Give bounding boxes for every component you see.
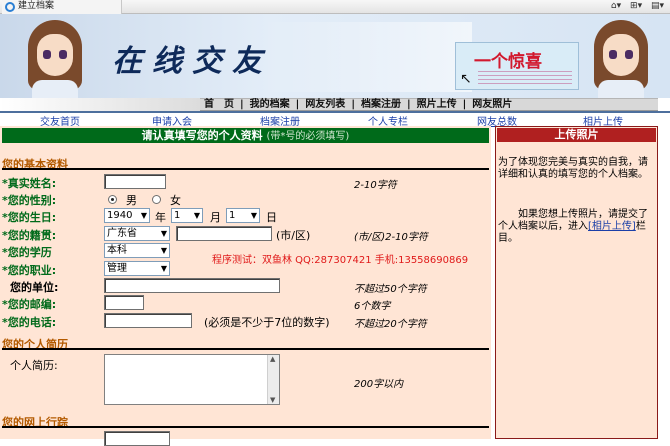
phone-input[interactable] [104,313,192,328]
chevron-down-icon: ▼ [250,211,257,220]
zip-hint: 6个数字 [354,301,391,312]
section-rule [2,426,489,428]
chevron-down-icon: ▼ [193,211,200,220]
employer-input[interactable] [104,278,280,293]
education-label: *您的学历 [2,246,52,259]
nav-item-member-list[interactable]: 网友列表 [299,99,351,110]
gender-male-label: 男 [126,194,137,207]
banner-title: 在线交友 [112,44,272,79]
promo-box[interactable]: 一个惊喜 ↖ [455,42,579,90]
gender-male-radio[interactable] [108,195,117,204]
sub-links: 交友首页 申请入会 档案注册 个人专栏 网友总数 相片上传 [0,113,670,128]
site-banner: 在线交友 一个惊喜 ↖ [0,14,670,98]
tab-title: 建立档案 [18,1,55,11]
birth-month-select[interactable]: 1 ▼ [171,208,203,223]
employer-hint: 不超过50个字符 [354,284,427,295]
chevron-down-icon: ▼ [160,229,167,238]
nav-item-member-photos[interactable]: 网友照片 [466,99,518,110]
page-right-edge [659,126,670,439]
occupation-label: *您的职业: [2,264,57,277]
nav-item-home[interactable]: 首 页 [200,99,240,110]
nav-item-my-profile[interactable]: 我的档案 [244,99,296,110]
resume-hint: 200字以内 [354,379,404,390]
birth-day-select[interactable]: 1 ▼ [226,208,260,223]
resume-textarea[interactable] [104,354,280,405]
zip-label: *您的邮编: [2,298,57,311]
anime-girl-image-left [22,18,88,98]
gender-female-label: 女 [170,194,181,207]
home-icon[interactable]: ⌂▾ [611,1,621,11]
gender-label: *您的性别: [2,194,57,207]
cursor-arrow-icon: ↖ [460,71,472,87]
education-select[interactable]: 本科 ▼ [104,243,170,258]
day-unit: 日 [266,211,277,224]
phone-label: *您的电话: [2,316,57,329]
textarea-scrollbar[interactable] [267,355,279,404]
browser-toolbar-icons: ⌂▾ ⊞▾ ▤▾ [605,1,664,11]
anime-girl-image-right [588,18,654,98]
developer-contact-text: 程序测试：双鱼林 QQ:287307421 手机:13558690869 [212,255,469,266]
chevron-down-icon: ▼ [160,264,167,273]
chevron-down-icon: ▼ [140,211,147,220]
employer-label: 您的单位: [10,281,59,294]
name-hint: 2-10字符 [354,180,397,191]
chevron-down-icon: ▼ [160,246,167,255]
section-rule [2,348,489,350]
phone-note: (必须是不少于7位的数字) [204,316,330,329]
zip-input[interactable] [104,295,144,310]
native-place-label: *您的籍贯: [2,229,57,242]
section-rule [2,168,489,170]
phone-hint: 不超过20个字符 [354,319,427,330]
side-para-2: 如果您想上传照片，请提交了个人档案以后，进入[相片上传]栏目。 [498,209,648,244]
gender-female-radio[interactable] [152,195,161,204]
city-input[interactable] [176,226,272,241]
print-icon[interactable]: ▤▾ [651,1,664,11]
occupation-select[interactable]: 管理 ▼ [104,261,170,276]
province-select[interactable]: 广东省 ▼ [104,226,170,241]
nav-item-photo-upload[interactable]: 照片上传 [411,99,463,110]
ie-icon [5,2,15,12]
city-unit: (市/区) [276,229,311,242]
promo-text: 一个惊喜 [474,52,542,72]
year-unit: 年 [155,211,166,224]
photo-upload-link[interactable]: [相片上传] [588,221,636,232]
name-label: *真实姓名: [2,177,57,190]
banner-decoration [262,22,472,92]
browser-tab[interactable]: 建立档案 [2,0,122,14]
nav-item-register[interactable]: 档案注册 [355,99,407,110]
name-input[interactable] [104,174,166,189]
browser-tab-strip: 建立档案 ⌂▾ ⊞▾ ▤▾ [0,0,670,14]
promo-lines [478,71,572,85]
month-unit: 月 [210,211,221,224]
photo-upload-header: 上传照片 [497,128,656,142]
nav-stripe [0,98,200,111]
photo-upload-panel: 上传照片 为了体现您完美与真实的自我，请详细和认真的填写您的个人档案。 如果您想… [495,126,658,439]
side-para-1: 为了体现您完美与真实的自我，请详细和认真的填写您的个人档案。 [498,157,648,180]
feeds-icon[interactable]: ⊞▾ [630,1,642,11]
birthday-label: *您的生日: [2,211,57,224]
native-hint: (市/区)2-10字符 [354,232,428,243]
resume-label: 个人简历: [10,359,58,372]
birth-year-select[interactable]: 1940 ▼ [104,208,150,223]
form-header: 请认真填写您的个人资料 (带*号的必须填写) [2,128,489,143]
main-nav: 首 页 | 我的档案 | 网友列表 | 档案注册 | 照片上传 | 网友照片 [200,98,658,111]
